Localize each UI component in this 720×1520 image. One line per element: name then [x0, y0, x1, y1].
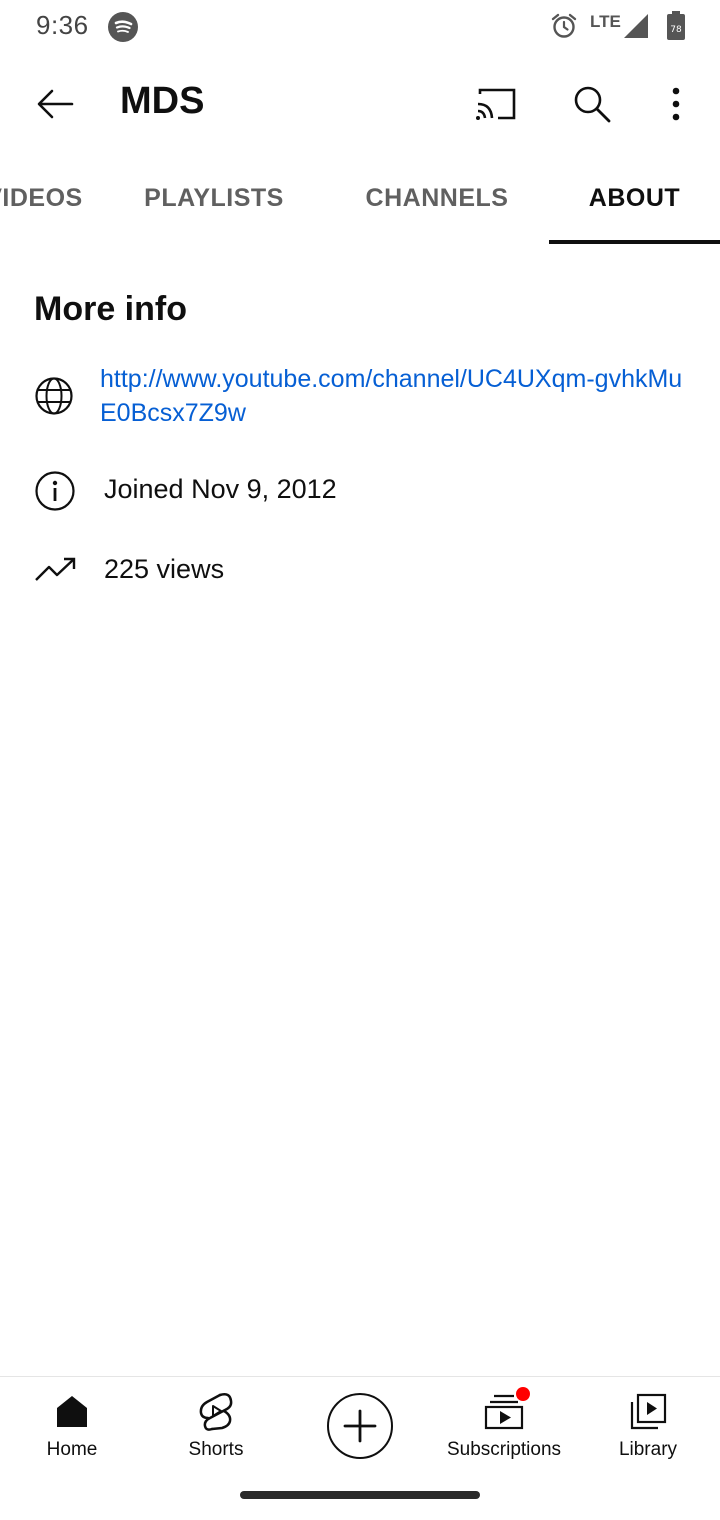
signal-icon: [622, 13, 650, 44]
back-button[interactable]: [28, 76, 84, 132]
nav-subscriptions-label: Subscriptions: [446, 1439, 562, 1460]
active-tab-indicator: [549, 240, 720, 244]
more-options-button[interactable]: [650, 74, 702, 134]
joined-row: Joined Nov 9, 2012: [0, 468, 720, 512]
nav-home-label: Home: [46, 1439, 98, 1460]
create-plus-icon: [343, 1409, 377, 1443]
cast-icon: [476, 88, 516, 120]
subscriptions-icon: [484, 1387, 530, 1435]
home-icon: [54, 1387, 90, 1435]
status-bar: 9:36 LTE 78: [0, 0, 720, 52]
nav-shorts[interactable]: Shorts: [144, 1387, 288, 1477]
link-row: http://www.youtube.com/channel/UC4UXqm-g…: [0, 362, 720, 432]
tab-videos[interactable]: VIDEOS: [0, 152, 104, 244]
battery-level: 78: [670, 25, 682, 35]
globe-icon: [34, 376, 74, 421]
nav-home[interactable]: Home: [0, 1387, 144, 1477]
shorts-icon: [198, 1387, 234, 1435]
tab-playlists[interactable]: PLAYLISTS: [104, 152, 324, 244]
search-button[interactable]: [562, 74, 622, 134]
battery-icon: 78: [666, 11, 686, 46]
alarm-icon: [550, 12, 578, 45]
network-type: LTE: [590, 12, 621, 31]
joined-date: Joined Nov 9, 2012: [104, 474, 337, 504]
notification-dot: [516, 1387, 530, 1401]
cast-button[interactable]: [468, 76, 524, 132]
more-vert-icon: [672, 87, 680, 121]
view-count: 225 views: [104, 554, 225, 584]
more-info-heading: More info: [34, 290, 187, 328]
create-button[interactable]: [327, 1393, 393, 1459]
nav-shorts-label: Shorts: [188, 1439, 244, 1460]
back-arrow-icon: [37, 89, 74, 119]
search-icon: [574, 86, 611, 123]
nav-library[interactable]: Library: [576, 1387, 720, 1477]
channel-link[interactable]: http://www.youtube.com/channel/UC4UXqm-g…: [100, 362, 690, 430]
trending-up-icon: [34, 556, 78, 589]
channel-tabs: VIDEOS PLAYLISTS CHANNELS ABOUT: [0, 152, 720, 244]
tab-about[interactable]: ABOUT: [549, 152, 720, 244]
nav-subscriptions[interactable]: Subscriptions: [432, 1387, 576, 1477]
app-bar: MDS: [0, 60, 720, 144]
info-icon: [34, 470, 76, 517]
channel-title: MDS: [120, 80, 205, 122]
tab-channels[interactable]: CHANNELS: [326, 152, 548, 244]
gesture-bar[interactable]: [240, 1491, 480, 1499]
library-icon: [629, 1387, 667, 1435]
views-row: 225 views: [0, 550, 720, 594]
spotify-icon: [108, 12, 138, 42]
nav-library-label: Library: [618, 1439, 678, 1460]
status-time: 9:36: [36, 10, 89, 40]
